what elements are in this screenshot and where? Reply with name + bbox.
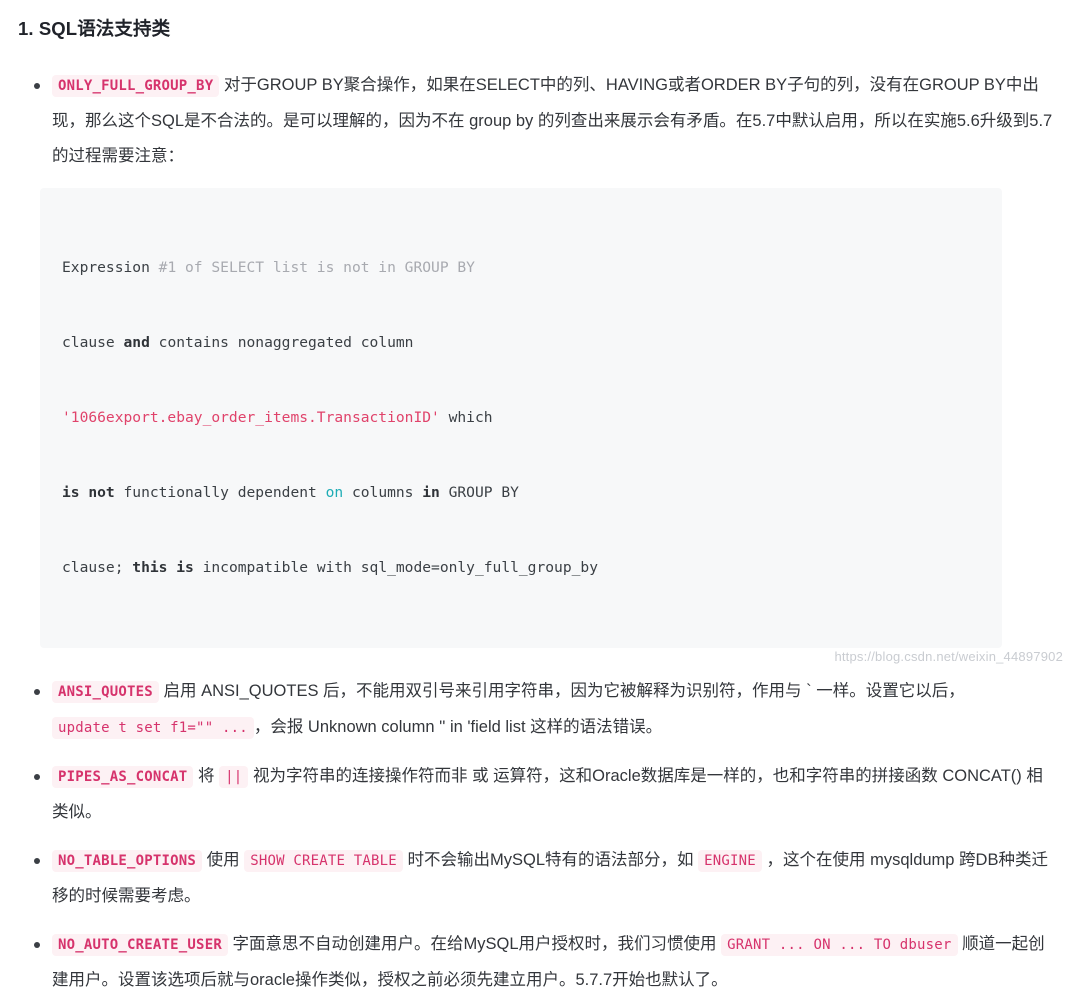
code-token: '1066export.ebay_order_items.Transaction… — [62, 408, 440, 426]
code-token: clause — [62, 333, 124, 351]
code-token: functionally dependent — [114, 483, 326, 501]
code-line: clause and contains nonaggregated column — [62, 330, 980, 355]
list-item-text: ，会报 Unknown column '' in 'field list 这样的… — [253, 717, 663, 736]
code-token: this is — [132, 558, 194, 576]
page-title: 1. SQL语法支持类 — [18, 18, 171, 39]
inline-code-show-create-table: SHOW CREATE TABLE — [244, 849, 403, 872]
code-token: and — [123, 333, 150, 351]
error-message-code-block: Expression #1 of SELECT list is not in G… — [40, 187, 1002, 648]
code-token: Expression — [62, 258, 159, 276]
code-line: clause; this is incompatible with sql_mo… — [62, 555, 980, 580]
code-token: #1 of SELECT list is not in GROUP BY — [158, 258, 475, 276]
code-token: is not — [62, 483, 115, 501]
csdn-watermark: https://blog.csdn.net/weixin_44897902 — [834, 649, 1063, 664]
inline-code-ansi-quotes: ANSI_QUOTES — [52, 680, 159, 703]
code-token: clause; — [62, 558, 133, 576]
list-item-text: 时不会输出MySQL特有的语法部分，如 — [407, 850, 694, 869]
inline-code-no-table-options: NO_TABLE_OPTIONS — [52, 849, 203, 872]
code-token: which — [439, 408, 493, 426]
list-item-only-full-group-by: ONLY_FULL_GROUP_BY 对于GROUP BY聚合操作，如果在SEL… — [14, 68, 1055, 174]
inline-code-only-full-group-by: ONLY_FULL_GROUP_BY — [52, 74, 220, 97]
list-item-text: 使用 — [206, 850, 240, 869]
code-token: in — [422, 483, 440, 501]
code-line: is not functionally dependent on columns… — [62, 480, 980, 505]
list-item-no-table-options: NO_TABLE_OPTIONS 使用 SHOW CREATE TABLE 时不… — [14, 843, 1055, 914]
code-token: GROUP BY — [439, 483, 519, 501]
inline-code-pipes-as-concat: PIPES_AS_CONCAT — [52, 765, 194, 788]
inline-code-grant-statement: GRANT ... ON ... TO dbuser — [721, 933, 958, 956]
inline-code-engine: ENGINE — [698, 849, 762, 872]
inline-code-double-pipe: || — [219, 765, 249, 788]
list-item-text: 字面意思不自动创建用户。在给MySQL用户授权时，我们习惯使用 — [232, 934, 717, 953]
list-item-pipes-as-concat: PIPES_AS_CONCAT 将 || 视为字符串的连接操作符而非 或 运算符… — [14, 759, 1055, 830]
code-token: incompatible with sql_mode=only_full_gro… — [193, 558, 598, 576]
code-line: Expression #1 of SELECT list is not in G… — [62, 255, 980, 280]
list-item-ansi-quotes: ANSI_QUOTES 启用 ANSI_QUOTES 后，不能用双引号来引用字符… — [14, 674, 1055, 746]
code-token: on — [325, 483, 344, 501]
list-item-text: 将 — [198, 766, 215, 785]
list-item-no-auto-create-user: NO_AUTO_CREATE_USER 字面意思不自动创建用户。在给MySQL用… — [14, 927, 1055, 998]
code-token: contains nonaggregated column — [149, 333, 414, 351]
list-item-text: 启用 ANSI_QUOTES 后，不能用双引号来引用字符串，因为它被解释为识别符… — [163, 681, 965, 700]
inline-code-no-auto-create-user: NO_AUTO_CREATE_USER — [52, 933, 228, 956]
sql-mode-list: ONLY_FULL_GROUP_BY 对于GROUP BY聚合操作，如果在SEL… — [14, 68, 1055, 998]
article-body: 1. SQL语法支持类 ONLY_FULL_GROUP_BY 对于GROUP B… — [0, 0, 1073, 998]
inline-code-update-statement: update t set f1="" ... — [52, 716, 254, 739]
code-token: columns — [343, 483, 423, 501]
code-line: '1066export.ebay_order_items.Transaction… — [62, 405, 980, 430]
